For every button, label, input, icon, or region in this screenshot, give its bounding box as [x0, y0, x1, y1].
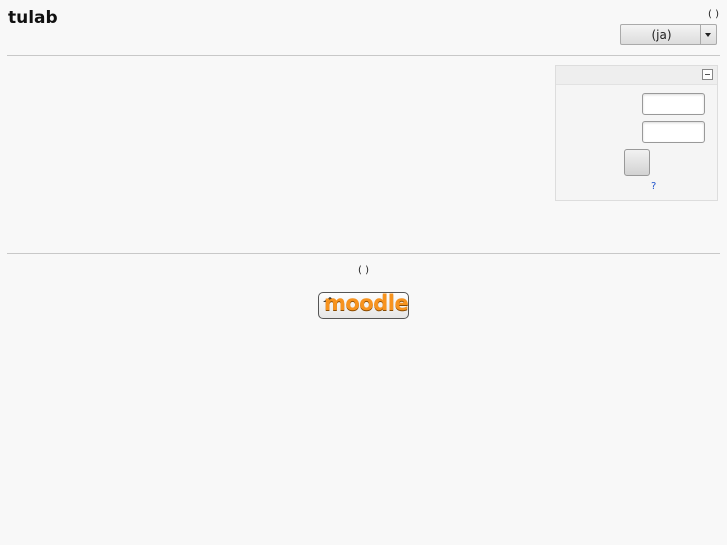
username-input[interactable]: [642, 93, 705, 115]
language-dropdown-button[interactable]: [700, 25, 716, 44]
chevron-down-icon: [705, 33, 711, 37]
footer-divider: [7, 253, 720, 254]
login-info[interactable]: ( ): [708, 9, 719, 20]
login-block: ?: [555, 65, 718, 201]
login-button[interactable]: [624, 149, 650, 176]
language-select-value: (ja): [651, 28, 672, 42]
moodle-logo-link[interactable]: moodle: [318, 291, 409, 319]
moodle-logo-text: moodle: [324, 291, 409, 315]
header-divider: [7, 55, 720, 56]
password-input[interactable]: [642, 121, 705, 143]
collapse-minus-icon[interactable]: [702, 69, 713, 80]
help-link[interactable]: ?: [651, 181, 656, 192]
site-title: tulab: [8, 8, 58, 28]
language-select[interactable]: (ja): [620, 24, 717, 45]
login-block-header: [556, 66, 717, 85]
footer-login-info[interactable]: ( ): [0, 265, 727, 276]
